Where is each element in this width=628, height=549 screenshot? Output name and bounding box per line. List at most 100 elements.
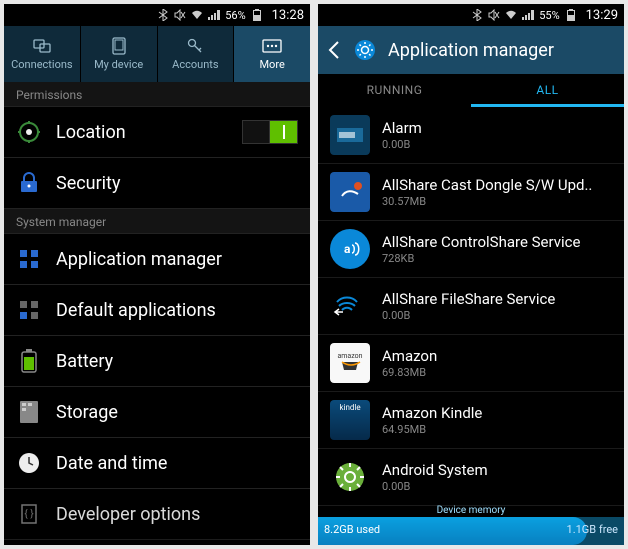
storage-icon (16, 399, 42, 425)
storage-footer: Device memory 8.2GB used 1.1GB free (318, 517, 624, 545)
section-header-system-manager: System manager (4, 209, 310, 234)
tab-label: More (259, 58, 284, 71)
row-developer-options[interactable]: { } Developer options (4, 489, 310, 540)
row-label: Developer options (56, 504, 200, 525)
tab-accounts[interactable]: Accounts (158, 26, 235, 82)
app-name: AllShare Cast Dongle S/W Upd.. (382, 176, 592, 194)
back-icon[interactable] (328, 43, 342, 57)
row-battery[interactable]: Battery (4, 336, 310, 387)
default-apps-icon (16, 297, 42, 323)
tab-label: Connections (11, 58, 72, 71)
battery-icon (251, 9, 263, 21)
app-row[interactable]: amazon Amazon69.83MB (318, 335, 624, 392)
key-icon (185, 37, 205, 55)
row-label: Application manager (56, 249, 222, 270)
app-size: 64.95MB (382, 423, 482, 436)
app-icon: a (330, 229, 370, 269)
row-storage[interactable]: Storage (4, 387, 310, 438)
tab-more[interactable]: More (234, 26, 310, 82)
battery-percent: 55% (539, 9, 559, 22)
app-size: 30.57MB (382, 195, 592, 208)
row-label: Battery (56, 351, 113, 372)
app-row[interactable]: AllShare FileShare Service0.00B (318, 278, 624, 335)
location-toggle[interactable] (242, 120, 298, 144)
application-manager-screen: 55% 13:29 Application manager RUNNING AL… (318, 4, 624, 545)
settings-more-screen: 56% 13:28 Connections My device Accounts… (4, 4, 310, 545)
bluetooth-icon (471, 9, 483, 21)
signal-icon (208, 9, 220, 21)
header-title: Application manager (388, 40, 554, 61)
app-icon (330, 115, 370, 155)
app-row[interactable]: AllShare Cast Dongle S/W Upd..30.57MB (318, 164, 624, 221)
row-date-and-time[interactable]: Date and time (4, 438, 310, 489)
app-header: Application manager (318, 26, 624, 74)
gear-icon[interactable] (352, 37, 378, 63)
app-icon (330, 457, 370, 497)
battery-row-icon (16, 348, 42, 374)
wifi-icon (505, 9, 517, 21)
app-icon (330, 172, 370, 212)
connections-icon (32, 37, 52, 55)
row-security[interactable]: Security (4, 158, 310, 209)
more-icon (262, 37, 282, 55)
mute-icon (488, 9, 500, 21)
row-label: Security (56, 173, 120, 194)
app-name: Alarm (382, 119, 422, 137)
signal-icon (522, 9, 534, 21)
icon-text: amazon (337, 352, 362, 360)
row-label: Storage (56, 402, 118, 423)
app-manager-subtabs: RUNNING ALL (318, 74, 624, 107)
app-size: 0.00B (382, 309, 555, 322)
battery-percent: 56% (225, 9, 245, 22)
row-label: Location (56, 122, 126, 143)
subtab-running[interactable]: RUNNING (318, 74, 471, 107)
section-header-permissions: Permissions (4, 82, 310, 107)
mute-icon (174, 9, 186, 21)
svg-text:a: a (344, 242, 351, 256)
tab-label: My device (94, 58, 143, 71)
device-icon (109, 37, 129, 55)
app-name: Amazon Kindle (382, 404, 482, 422)
clock-icon (16, 450, 42, 476)
clock: 13:28 (272, 8, 304, 23)
app-row[interactable]: a AllShare ControlShare Service728KB (318, 221, 624, 278)
free-text: 1.1GB free (567, 523, 618, 536)
tab-my-device[interactable]: My device (81, 26, 158, 82)
app-size: 69.83MB (382, 366, 437, 379)
app-size: 0.00B (382, 138, 422, 151)
app-icon: kindle (330, 400, 370, 440)
security-icon (16, 170, 42, 196)
status-bar: 56% 13:28 (4, 4, 310, 26)
app-name: AllShare FileShare Service (382, 290, 555, 308)
svg-text:{ }: { } (24, 508, 34, 520)
app-icon (330, 286, 370, 326)
row-label: Default applications (56, 300, 216, 321)
tab-label: Accounts (172, 58, 218, 71)
app-list[interactable]: Alarm0.00B AllShare Cast Dongle S/W Upd.… (318, 107, 624, 517)
bluetooth-icon (157, 9, 169, 21)
app-size: 728KB (382, 252, 580, 265)
icon-text: kindle (339, 403, 360, 412)
app-row[interactable]: Alarm0.00B (318, 107, 624, 164)
row-label: Date and time (56, 453, 167, 474)
developer-icon: { } (16, 501, 42, 527)
app-name: Amazon (382, 347, 437, 365)
wifi-icon (191, 9, 203, 21)
app-name: AllShare ControlShare Service (382, 233, 580, 251)
settings-tabbar: Connections My device Accounts More (4, 26, 310, 82)
row-application-manager[interactable]: Application manager (4, 234, 310, 285)
status-bar: 55% 13:29 (318, 4, 624, 26)
subtab-all[interactable]: ALL (471, 74, 624, 107)
apps-icon (16, 246, 42, 272)
app-row[interactable]: Android System0.00B (318, 449, 624, 506)
tab-connections[interactable]: Connections (4, 26, 81, 82)
app-size: 0.00B (382, 480, 488, 493)
row-location[interactable]: Location (4, 107, 310, 158)
used-text: 8.2GB used (324, 523, 380, 536)
app-icon: amazon (330, 343, 370, 383)
app-row[interactable]: kindle Amazon Kindle64.95MB (318, 392, 624, 449)
row-default-applications[interactable]: Default applications (4, 285, 310, 336)
app-name: Android System (382, 461, 488, 479)
location-icon (16, 119, 42, 145)
battery-icon (565, 9, 577, 21)
